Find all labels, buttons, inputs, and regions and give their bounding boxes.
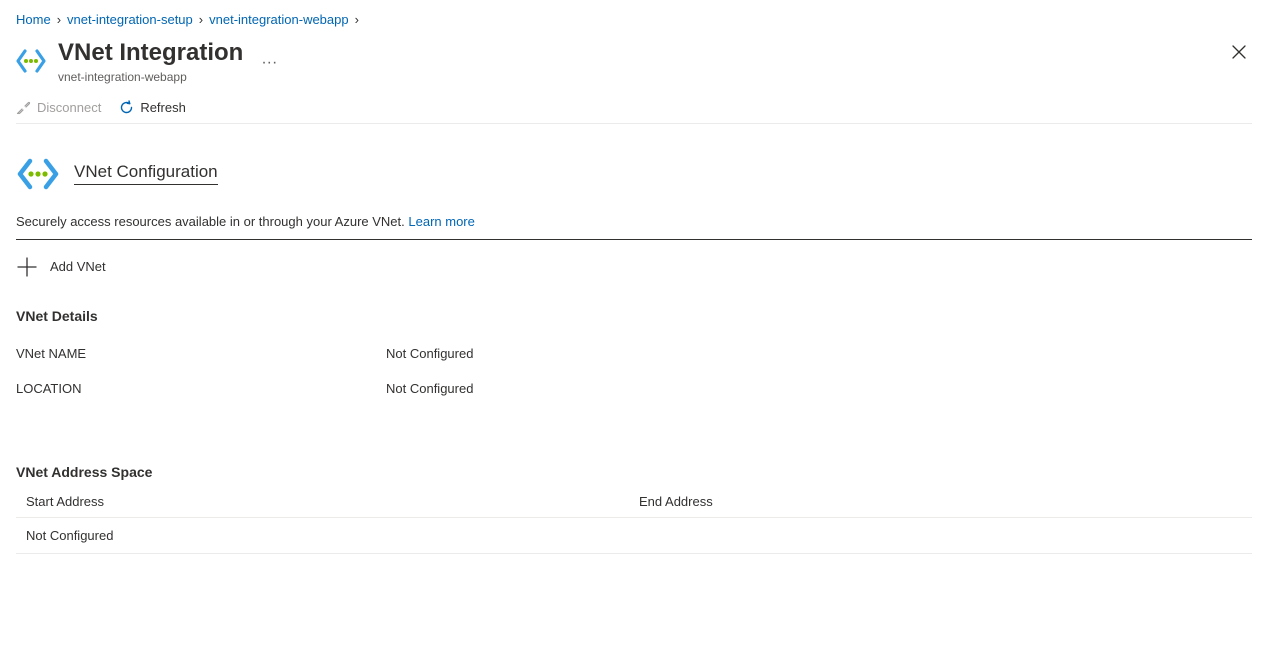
disconnect-label: Disconnect (37, 100, 101, 115)
table-header: Start Address End Address (16, 488, 1252, 518)
vnet-config-section: VNet Configuration Securely access resou… (16, 124, 1252, 554)
breadcrumb-setup[interactable]: vnet-integration-setup (67, 12, 193, 27)
breadcrumb-webapp[interactable]: vnet-integration-webapp (209, 12, 348, 27)
page-subtitle: vnet-integration-webapp (58, 70, 243, 84)
address-table: Start Address End Address Not Configured (16, 488, 1252, 554)
cell-start: Not Configured (26, 528, 639, 543)
chevron-right-icon: › (199, 12, 203, 27)
cell-end (639, 528, 1252, 543)
more-icon[interactable]: ··· (255, 50, 277, 72)
section-head: VNet Configuration (16, 156, 1252, 192)
section-title: VNet Configuration (74, 162, 218, 185)
refresh-icon (119, 100, 134, 115)
col-end-address: End Address (639, 494, 1252, 509)
chevron-right-icon: › (57, 12, 61, 27)
refresh-button[interactable]: Refresh (119, 100, 186, 115)
add-vnet-label: Add VNet (50, 259, 106, 274)
table-row: Not Configured (16, 518, 1252, 554)
disconnect-icon (16, 100, 31, 115)
toolbar: Disconnect Refresh (16, 94, 1252, 124)
chevron-right-icon: › (355, 12, 359, 27)
vnet-icon (16, 156, 60, 192)
section-description-text: Securely access resources available in o… (16, 214, 408, 229)
vnet-name-row: VNet NAME Not Configured (16, 336, 1252, 371)
title-block: VNet Integration vnet-integration-webapp (58, 39, 243, 84)
vnet-name-label: VNet NAME (16, 346, 386, 361)
learn-more-link[interactable]: Learn more (408, 214, 474, 229)
location-row: LOCATION Not Configured (16, 371, 1252, 406)
breadcrumb: Home › vnet-integration-setup › vnet-int… (16, 0, 1252, 35)
refresh-label: Refresh (140, 100, 186, 115)
header-left: VNet Integration vnet-integration-webapp… (16, 39, 277, 84)
location-label: LOCATION (16, 381, 386, 396)
vnet-details-heading: VNet Details (16, 294, 1252, 336)
location-value: Not Configured (386, 381, 473, 396)
section-description: Securely access resources available in o… (16, 200, 1252, 240)
vnet-icon (16, 48, 46, 74)
add-vnet-button[interactable]: Add VNet (16, 240, 106, 294)
disconnect-button: Disconnect (16, 100, 101, 115)
page-title: VNet Integration (58, 39, 243, 68)
page-header: VNet Integration vnet-integration-webapp… (16, 35, 1252, 94)
breadcrumb-home[interactable]: Home (16, 12, 51, 27)
vnet-name-value: Not Configured (386, 346, 473, 361)
close-button[interactable] (1226, 39, 1252, 65)
col-start-address: Start Address (26, 494, 639, 509)
plus-icon (16, 256, 38, 278)
address-space-heading: VNet Address Space (16, 456, 1252, 488)
